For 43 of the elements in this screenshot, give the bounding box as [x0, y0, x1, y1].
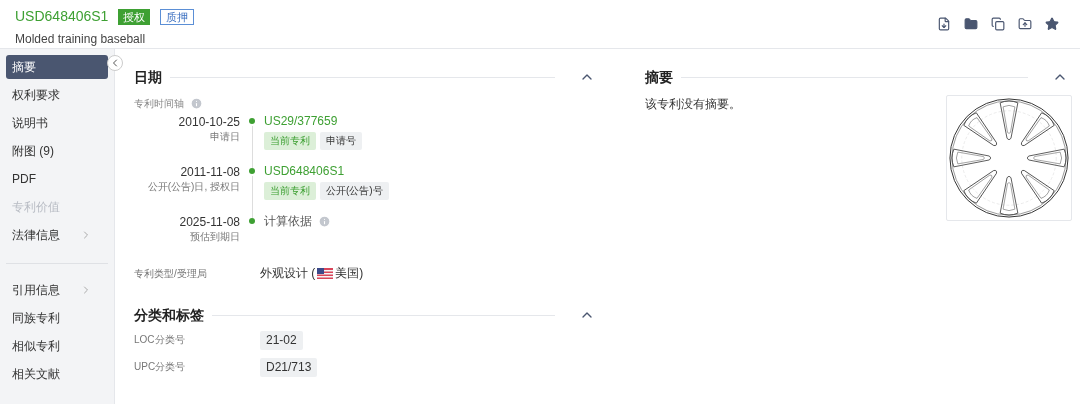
tag: 当前专利	[264, 182, 316, 200]
classification-code: 21-02	[260, 331, 303, 350]
patent-office: 美国)	[335, 265, 364, 282]
sidebar-item[interactable]: 附图 (9)	[6, 139, 108, 163]
sidebar-item[interactable]: 相似专利	[6, 334, 108, 358]
field-label: 专利时间轴	[134, 97, 184, 111]
timeline-date: 2025-11-08	[179, 214, 240, 230]
folder-icon[interactable]	[964, 17, 978, 31]
status-badge: 质押	[160, 8, 195, 25]
sidebar-item[interactable]: 摘要	[6, 55, 108, 79]
copy-icon[interactable]	[991, 17, 1005, 31]
abstract-text: 该专利没有摘要。	[645, 96, 741, 113]
timeline-label: 申请日	[210, 130, 240, 144]
flag-icon	[317, 267, 334, 279]
tag: 申请号	[320, 132, 362, 150]
sidebar-item[interactable]: 引用信息	[6, 278, 108, 302]
folder-upload-icon[interactable]	[1018, 17, 1032, 31]
section-title: 摘要	[645, 67, 673, 87]
patent-title: Molded training baseball	[15, 31, 147, 48]
pdf-download-icon[interactable]	[937, 17, 951, 31]
timeline-label: 公开(公告)日, 授权日	[147, 180, 240, 194]
collapse-sidebar-button[interactable]	[107, 55, 123, 71]
sidebar-item[interactable]: 权利要求	[6, 83, 108, 107]
sidebar-item[interactable]: 法律信息	[6, 223, 108, 247]
sidebar-item[interactable]: 同族专利	[6, 306, 108, 330]
field-label: 专利类型/受理局	[134, 266, 208, 281]
tag: 公开(公告)号	[320, 182, 389, 200]
status-badge: 授权	[118, 8, 151, 25]
field-label: UPC分类号	[134, 360, 187, 374]
sidebar-item[interactable]: 说明书	[6, 111, 108, 135]
sidebar-item[interactable]: 相关文献	[6, 362, 108, 386]
classification-code: D21/713	[260, 358, 318, 377]
timeline-date: 2010-10-25	[178, 114, 240, 130]
field-label: LOC分类号	[134, 333, 186, 347]
section-title: 分类和标签	[134, 305, 204, 325]
timeline-label: 预估到期日	[190, 230, 240, 244]
timeline-date: 2011-11-08	[180, 164, 240, 180]
patent-type: 外观设计 (	[260, 265, 316, 282]
calculation-basis-text: 计算依据	[264, 213, 312, 229]
sidebar-item[interactable]: PDF	[6, 167, 108, 191]
tag: 当前专利	[264, 132, 316, 150]
star-icon[interactable]	[1045, 17, 1059, 31]
section-title: 日期	[134, 67, 162, 87]
